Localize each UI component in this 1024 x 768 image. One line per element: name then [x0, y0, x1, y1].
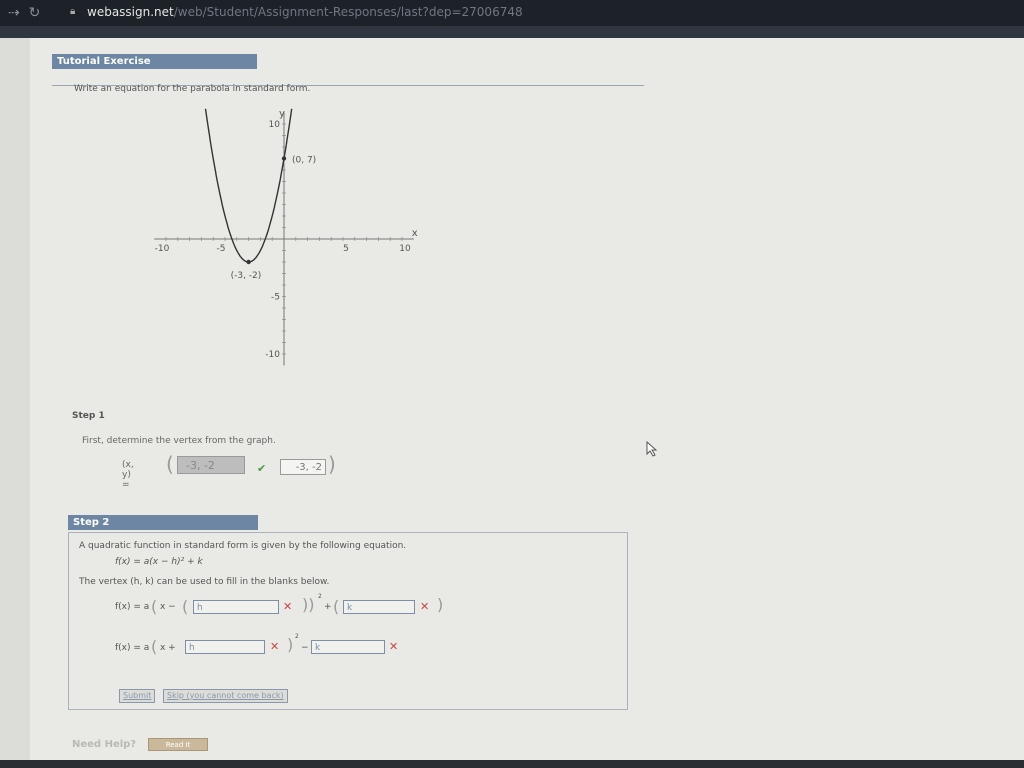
url-host: webassign.net [87, 5, 174, 19]
vertex-correct-answer: -3, -2 [280, 459, 326, 475]
row2-h-input[interactable]: h [185, 640, 265, 654]
x-tick-label: 10 [399, 244, 411, 254]
incorrect-x-icon: ✕ [270, 640, 280, 653]
row1-minus: x − [160, 602, 176, 612]
row2-plus: x + [160, 643, 176, 653]
row1-close-parens: )) [302, 595, 315, 614]
read-it-button[interactable]: Read It [148, 738, 208, 751]
row1-h-input[interactable]: h [193, 600, 279, 614]
point-label-vertex: (-3, -2) [231, 271, 262, 281]
row2-prefix: f(x) = a [115, 643, 150, 653]
step1-label: Step 1 [72, 411, 105, 421]
checkmark-icon: ✔ [257, 462, 267, 475]
y-tick-label: -5 [271, 293, 280, 303]
row1-inner-paren-open: ( [182, 597, 189, 616]
lock-icon: 🔒︎ [70, 6, 76, 17]
incorrect-x-icon: ✕ [283, 600, 293, 613]
question-prompt: Write an equation for the parabola in st… [74, 84, 311, 94]
point-label-top: (0, 7) [292, 156, 316, 166]
open-paren: ( [166, 452, 174, 476]
y-axis-label: y [279, 109, 285, 120]
incorrect-x-icon: ✕ [420, 600, 430, 613]
row1-k-input[interactable]: k [343, 600, 415, 614]
y-tick-label: -10 [265, 350, 280, 360]
x-tick-label: 5 [343, 244, 349, 254]
need-help-label: Need Help? [72, 739, 137, 750]
graph-axes [154, 112, 414, 366]
point-0-7 [281, 156, 287, 161]
step2-header: Step 2 [68, 515, 258, 530]
skip-button[interactable]: Skip (you cannot come back) [163, 689, 288, 703]
xy-label: (x, y) = [122, 460, 134, 490]
vertex-input[interactable]: -3, -2 [177, 456, 245, 474]
row2-minus: − [301, 643, 309, 653]
step2-panel: A quadratic function in standard form is… [68, 532, 628, 710]
standard-form-formula: f(x) = a(x − h)² + k [115, 557, 203, 567]
row2-paren-open: ( [151, 637, 158, 656]
submit-button[interactable]: Submit [119, 689, 156, 703]
mouse-cursor-icon [646, 441, 658, 457]
step2-intro: A quadratic function in standard form is… [79, 541, 407, 551]
row1-plus: + [324, 602, 332, 612]
row2-k-input[interactable]: k [311, 640, 385, 654]
row1-prefix: f(x) = a [115, 602, 150, 612]
url-path: /web/Student/Assignment-Responses/last?d… [173, 5, 523, 19]
x-tick-label: -5 [217, 244, 226, 254]
row1-k-paren-open: ( [333, 597, 340, 616]
bookmarks-bar [0, 26, 1024, 38]
row1-paren-open: ( [151, 597, 158, 616]
row2-exponent: 2 [295, 633, 299, 640]
row1-k-paren-close: ) [437, 595, 444, 614]
browser-toolbar: ⇢ ↻ 🔒︎ webassign.net/web/Student/Assignm… [0, 0, 1024, 38]
point-vertex [246, 259, 251, 265]
step1-instruction: First, determine the vertex from the gra… [82, 436, 276, 446]
row1-exponent: 2 [318, 593, 322, 600]
x-tick-label: -10 [155, 244, 170, 254]
vertex-instruction: The vertex (h, k) can be used to fill in… [79, 577, 330, 587]
address-bar[interactable]: webassign.net/web/Student/Assignment-Res… [87, 5, 523, 19]
incorrect-x-icon: ✕ [389, 640, 399, 653]
assignment-page: Tutorial Exercise Write an equation for … [30, 38, 1024, 760]
back-forward-reload-icons[interactable]: ⇢ ↻ [8, 5, 40, 21]
close-paren: ) [328, 452, 336, 476]
row2-paren-close: ) [287, 635, 294, 654]
tutorial-header: Tutorial Exercise [52, 54, 257, 69]
y-tick-label: 10 [269, 120, 281, 130]
graph-ticks: -10 -5 5 10 10 -5 -10 [155, 120, 411, 360]
x-axis-label: x [412, 228, 418, 239]
bottom-bezel [0, 760, 1024, 768]
parabola-graph: -10 -5 5 10 10 -5 -10 (0, 7) (-3, -2) y x [154, 109, 418, 366]
